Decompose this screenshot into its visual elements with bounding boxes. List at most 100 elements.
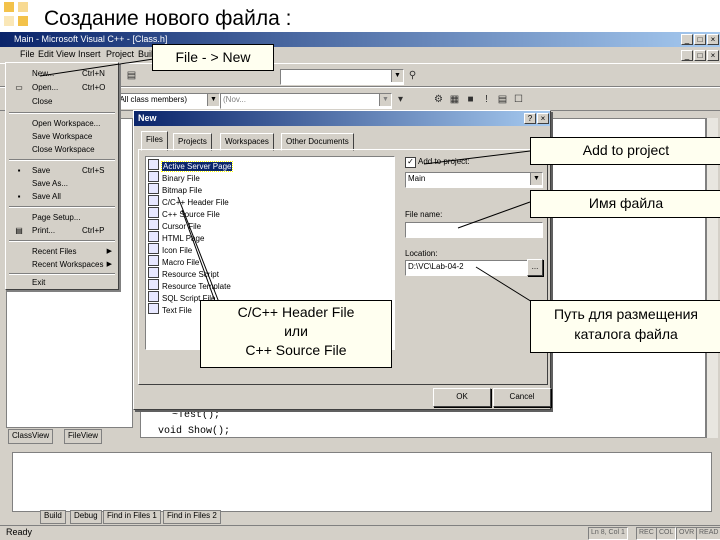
tab-debug[interactable]: Debug — [70, 510, 102, 524]
file-menu-item-print[interactable]: ▤ Print... Ctrl+P — [6, 224, 118, 237]
file-type-icon — [148, 183, 159, 194]
tab-find-in-files-2[interactable]: Find in Files 2 — [163, 510, 221, 524]
title-decoration — [0, 0, 40, 30]
status-rec: REC — [636, 527, 657, 540]
tab-classview[interactable]: ClassView — [8, 429, 54, 444]
file-type-item[interactable]: Bitmap File — [148, 183, 202, 195]
find-combo[interactable]: ▼ — [280, 69, 404, 85]
tab-fileview[interactable]: FileView — [64, 429, 103, 444]
menu-separator — [9, 159, 115, 161]
file-name-label: File name: — [405, 210, 443, 219]
file-type-icon — [148, 243, 159, 254]
add-to-project-checkbox[interactable]: ✓ — [405, 157, 416, 168]
tab-build[interactable]: Build — [40, 510, 66, 524]
file-menu-item-recent-workspaces[interactable]: Recent Workspaces ▶ — [6, 258, 118, 271]
file-type-item[interactable]: Icon File — [148, 243, 192, 255]
menu-separator — [9, 240, 115, 242]
ok-button[interactable]: OK — [433, 388, 491, 407]
file-menu-item-save[interactable]: ▪ Save Ctrl+S — [6, 164, 118, 177]
status-ovr: OVR — [676, 527, 698, 540]
file-menu-item-save-as[interactable]: Save As... — [6, 177, 118, 190]
open-icon[interactable]: ▤ — [125, 69, 138, 82]
menu-separator — [9, 273, 115, 275]
callout-add-to-project: Add to project — [530, 137, 720, 165]
file-type-icon — [148, 267, 159, 278]
file-menu-item-save-workspace[interactable]: Save Workspace — [6, 130, 118, 143]
menu-file[interactable]: File — [20, 49, 35, 59]
wizard-icon[interactable]: ▾ — [394, 93, 407, 106]
menu-separator — [9, 206, 115, 208]
new-dialog-title: New — [138, 113, 157, 123]
code-line: ~Test(); — [172, 410, 221, 421]
dialog-close-button[interactable]: × — [537, 113, 549, 124]
file-menu-item-save-all[interactable]: ▪ Save All — [6, 190, 118, 203]
code-line: void Show(); — [158, 426, 231, 437]
file-type-item[interactable]: HTML Page — [148, 231, 204, 243]
class-members-combo[interactable]: ll (All class members) ▼ — [108, 93, 220, 109]
file-type-item[interactable]: C++ Source File — [148, 207, 220, 219]
stop-build-icon[interactable]: ■ — [464, 93, 477, 106]
menu-project[interactable]: Project — [106, 49, 134, 59]
member-combo[interactable]: (Nov... ▼ — [220, 93, 392, 109]
menu-view[interactable]: View — [56, 49, 75, 59]
tab-find-in-files-1[interactable]: Find in Files 1 — [103, 510, 161, 524]
location-label: Location: — [405, 249, 438, 258]
callout-path: Путь для размещения каталога файла — [530, 300, 720, 353]
location-input[interactable]: D:\VC\Lab-04-2 — [405, 260, 529, 276]
doc-restore-button[interactable]: □ — [694, 50, 706, 61]
doc-minimize-button[interactable]: _ — [681, 50, 693, 61]
compile-icon[interactable]: ▦ — [448, 93, 461, 106]
status-text: Ready — [6, 527, 33, 537]
file-name-input[interactable] — [405, 222, 543, 238]
file-type-item[interactable]: Cursor File — [148, 219, 201, 231]
help-button[interactable]: ? — [524, 113, 536, 124]
build-icon[interactable]: ⚙ — [432, 93, 445, 106]
close-button[interactable]: × — [707, 34, 719, 45]
file-menu-item-open-workspace[interactable]: Open Workspace... — [6, 117, 118, 130]
dropdown-arrow-icon: ▼ — [530, 173, 542, 185]
file-type-item[interactable]: Resource Script — [148, 267, 219, 279]
file-type-item[interactable]: Active Server Page — [148, 159, 234, 172]
print-icon: ▤ — [15, 226, 23, 235]
minimize-button[interactable]: _ — [681, 34, 693, 45]
file-menu-item-new[interactable]: New... Ctrl+N — [6, 67, 118, 80]
file-menu-item-open[interactable]: ▭ Open... Ctrl+O — [6, 81, 118, 94]
file-menu-item-close[interactable]: Close — [6, 95, 118, 108]
editor-scrollbar[interactable] — [706, 118, 718, 438]
file-menu-item-close-workspace[interactable]: Close Workspace — [6, 143, 118, 156]
menu-insert[interactable]: Insert — [78, 49, 101, 59]
execute-icon[interactable]: ! — [480, 93, 493, 106]
file-menu-item-page-setup[interactable]: Page Setup... — [6, 211, 118, 224]
project-combo[interactable]: Main ▼ — [405, 172, 543, 188]
file-type-icon — [148, 219, 159, 230]
find-icon[interactable]: ⚲ — [406, 69, 419, 82]
status-read: READ — [696, 527, 720, 540]
maximize-button[interactable]: □ — [694, 34, 706, 45]
callout-path-line: каталога файла — [574, 326, 678, 342]
tab-files[interactable]: Files — [141, 131, 168, 151]
file-type-item[interactable]: Binary File — [148, 171, 200, 183]
cancel-button[interactable]: Cancel — [493, 388, 551, 407]
file-type-item[interactable]: Text File — [148, 303, 192, 315]
file-type-icon — [148, 255, 159, 266]
slide-title: Создание нового файла : — [44, 7, 292, 30]
file-menu-item-exit[interactable]: Exit — [6, 276, 118, 289]
status-position: Ln 8, Col 1 — [588, 527, 628, 540]
browse-button[interactable]: ... — [527, 259, 543, 276]
callout-header-line: C++ Source File — [245, 342, 347, 358]
save-all-icon: ▪ — [17, 192, 21, 201]
menu-edit[interactable]: Edit — [38, 49, 54, 59]
file-menu-item-recent-files[interactable]: Recent Files ▶ — [6, 245, 118, 258]
callout-header-line: или — [284, 323, 308, 339]
file-type-item[interactable]: C/C++ Header File — [148, 195, 229, 207]
save-icon: ▪ — [17, 166, 21, 175]
go-icon[interactable]: ▤ — [496, 93, 509, 106]
breakpoint-icon[interactable]: ☐ — [512, 93, 525, 106]
doc-close-button[interactable]: × — [707, 50, 719, 61]
file-type-icon — [148, 171, 159, 182]
output-pane[interactable] — [12, 452, 712, 512]
ide-title: Main - Microsoft Visual C++ - [Class.h] — [14, 34, 168, 44]
file-type-item[interactable]: Resource Template — [148, 279, 231, 291]
menu-separator — [9, 112, 115, 114]
file-type-item[interactable]: Macro File — [148, 255, 199, 267]
